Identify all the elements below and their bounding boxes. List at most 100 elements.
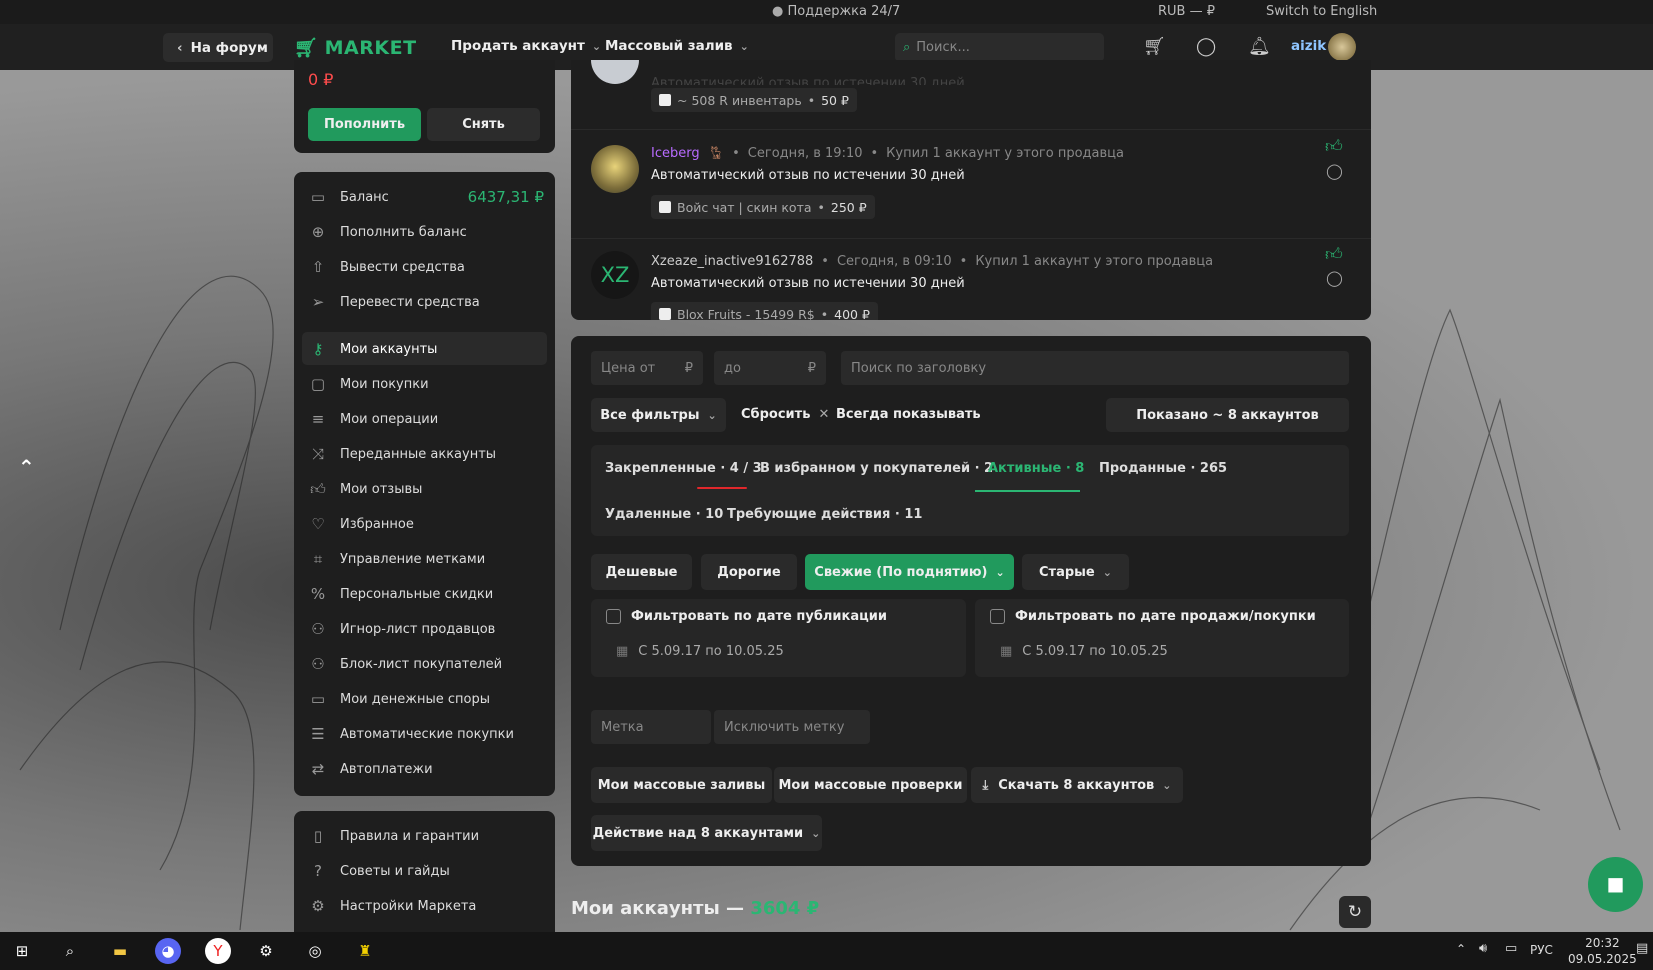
tray-chevron-icon[interactable]: ⌃ [1456, 942, 1466, 956]
back-to-forum-button[interactable]: ‹ На форум [163, 33, 273, 62]
tab-requires-action[interactable]: Требующие действия · 11 [727, 507, 922, 522]
review-item-chip[interactable]: ~ 508 R инвентарь • 50 ₽ [651, 88, 857, 112]
price-from-input[interactable]: Цена от ₽ [591, 351, 703, 385]
chevron-down-icon: ⌄ [591, 39, 602, 53]
sidebar-item-guides[interactable]: ? Советы и гайды [308, 862, 450, 880]
sidebar-item-rules[interactable]: ▯ Правила и гарантии [308, 827, 479, 845]
date-sale-filter: Фильтровать по дате продажи/покупки ▦ С 5… [975, 599, 1349, 677]
reset-button[interactable]: Сбросить ✕ [741, 407, 829, 422]
discord-icon[interactable]: ◕ [155, 938, 181, 964]
sidebar-item-my-accounts[interactable]: ⚷ Мои аккаунты [308, 340, 438, 358]
comment-icon[interactable]: ◯ [1326, 162, 1343, 180]
sidebar-item-operations[interactable]: ≡ Мои операции [308, 410, 438, 428]
review-item: Автоматический отзыв по истечении 30 дне… [571, 60, 1371, 130]
top-strip: ● Поддержка 24/7 RUB — ₽ Switch to Engli… [0, 0, 1653, 24]
always-show-toggle[interactable]: Всегда показывать [836, 407, 981, 422]
sidebar-item-deposit[interactable]: ⊕ Пополнить баланс [308, 223, 467, 241]
sidebar-item-autopay[interactable]: ⇄ Автоплатежи [308, 760, 433, 778]
withdraw-button[interactable]: Снять [427, 108, 540, 141]
volume-icon[interactable]: 🔊︎ [1479, 941, 1487, 956]
tabs-container: Закрепленные · 4 / 3 В избранном у покуп… [591, 445, 1349, 536]
repeat-icon: ⇄ [311, 760, 325, 778]
tab-favorited[interactable]: В избранном у покупателей · 2 [760, 461, 993, 476]
support-link[interactable]: ● Поддержка 24/7 [772, 4, 900, 19]
date-sale-row: Фильтровать по дате продажи/покупки [990, 609, 1316, 624]
tag-input[interactable]: Метка [591, 710, 711, 744]
sidebar-item-transferred[interactable]: ⤨ Переданные аккаунты [308, 445, 496, 463]
sidebar-item-tags[interactable]: ⌗ Управление метками [308, 550, 485, 568]
deposit-button[interactable]: Пополнить [308, 108, 421, 141]
avatar[interactable] [591, 145, 639, 193]
sidebar-item-disputes[interactable]: ▭ Мои денежные споры [308, 690, 490, 708]
mass-checks-button[interactable]: Мои массовые проверки [774, 767, 967, 803]
sort-fresh-button[interactable]: Свежие (По поднятию) ⌄ [805, 554, 1014, 590]
review-item-chip[interactable]: Blox Fruits - 15499 R$ • 400 ₽ [651, 302, 878, 320]
sort-expensive-button[interactable]: Дорогие [701, 554, 797, 590]
date-sale-range[interactable]: ▦ С 5.09.17 по 10.05.25 [1000, 644, 1168, 659]
avatar[interactable]: XZ [591, 251, 639, 299]
scroll-up-icon[interactable]: ⌃ [18, 455, 35, 479]
price-to-input[interactable]: до ₽ [714, 351, 826, 385]
search-input[interactable]: ⌕ Поиск... [895, 33, 1104, 62]
wallet-panel: 0 ₽ Пополнить Снять [294, 60, 555, 153]
date-publication-range[interactable]: ▦ С 5.09.17 по 10.05.25 [616, 644, 784, 659]
network-icon[interactable]: ▭ [1505, 941, 1517, 956]
wallet-icon: ▭ [310, 188, 326, 206]
date-sale-checkbox[interactable] [990, 609, 1005, 624]
sidebar-item-reviews[interactable]: 👍︎ Мои отзывы [308, 480, 422, 499]
yandex-browser-icon[interactable]: Y [205, 938, 231, 964]
roblox-icon [659, 201, 671, 213]
file-explorer-icon[interactable]: ▬ [107, 938, 133, 964]
download-accounts-button[interactable]: ⤓ Скачать 8 аккаунтов ⌄ [971, 767, 1183, 803]
sidebar-item-purchases[interactable]: ▢ Мои покупки [308, 375, 429, 393]
sort-cheap-button[interactable]: Дешевые [591, 554, 692, 590]
roblox-icon [659, 308, 671, 320]
tab-pinned[interactable]: Закрепленные · 4 / 3 [605, 461, 762, 476]
obs-icon[interactable]: ◎ [302, 938, 328, 964]
sidebar-item-auto-purchases[interactable]: ☰ Автоматические покупки [308, 725, 514, 743]
sidebar-item-balance[interactable]: ▭ Баланс 6437,31 ₽ [308, 188, 544, 206]
title-search-input[interactable]: Поиск по заголовку [841, 351, 1349, 385]
chat-bubble-icon[interactable]: ◼︎ [1588, 857, 1643, 912]
steam-icon[interactable]: ⚙ [253, 938, 279, 964]
deer-emoji-icon: 🦌︎ [707, 146, 725, 161]
sidebar-item-transfer[interactable]: ➢ Перевести средства [308, 293, 480, 311]
nav-sell-account[interactable]: Продать аккаунт ⌄ [451, 38, 601, 54]
mass-uploads-button[interactable]: Мои массовые заливы [591, 767, 772, 803]
sidebar-item-settings[interactable]: ⚙ Настройки Маркета [308, 897, 476, 915]
all-filters-button[interactable]: Все фильтры ⌄ [591, 398, 726, 432]
currency-select[interactable]: RUB — ₽ [1158, 4, 1215, 19]
tab-sold[interactable]: Проданные · 265 [1099, 461, 1227, 476]
windows-start-icon[interactable]: ⊞ [9, 938, 35, 964]
exclude-tag-input[interactable]: Исключить метку [714, 710, 870, 744]
messages-icon[interactable]: ◯ [1196, 36, 1216, 57]
bell-icon[interactable]: 🔔︎ [1248, 36, 1271, 57]
sidebar-item-ignore-list[interactable]: ⚇ Игнор-лист продавцов [308, 620, 495, 638]
avatar[interactable] [1328, 33, 1356, 61]
clock[interactable]: 20:32 09.05.2025 [1568, 935, 1637, 967]
market-logo[interactable]: 🛒︎ MARKET [294, 36, 417, 60]
sidebar-item-discounts[interactable]: % Персональные скидки [308, 585, 493, 603]
username[interactable]: aizik [1291, 38, 1326, 54]
sort-old-button[interactable]: Старые ⌄ [1022, 554, 1129, 590]
date-publication-checkbox[interactable] [606, 609, 621, 624]
sidebar-item-favorites[interactable]: ♡ Избранное [308, 515, 414, 533]
tab-active[interactable]: Активные · 8 [988, 461, 1084, 476]
review-item-chip[interactable]: Войс чат | скин кота • 250 ₽ [651, 195, 875, 219]
search-icon[interactable]: ⌕ [57, 938, 83, 964]
cart-icon[interactable]: 🛒︎ [1143, 36, 1166, 57]
reviewer-name[interactable]: Iceberg [651, 146, 700, 161]
switch-language[interactable]: Switch to English [1266, 4, 1377, 19]
refresh-icon[interactable]: ↻ [1339, 896, 1371, 928]
nav-mass-upload[interactable]: Массовый залив ⌄ [605, 38, 749, 54]
sidebar-item-withdraw[interactable]: ⇧ Вывести средства [308, 258, 465, 276]
tab-deleted[interactable]: Удаленные · 10 [605, 507, 723, 522]
comment-icon[interactable]: ◯ [1326, 269, 1343, 287]
reviewer-name[interactable]: Xzeaze_inactive9162788 [651, 254, 813, 269]
sidebar-item-block-list[interactable]: ⚇ Блок-лист покупателей [308, 655, 502, 673]
bulk-action-button[interactable]: Действие над 8 аккаунтами ⌄ [591, 815, 822, 851]
notifications-icon[interactable]: ▤ [1636, 941, 1648, 956]
input-language[interactable]: РУС [1530, 943, 1553, 957]
game-icon[interactable]: ♜ [352, 938, 378, 964]
upload-icon: ⇧ [311, 258, 325, 276]
